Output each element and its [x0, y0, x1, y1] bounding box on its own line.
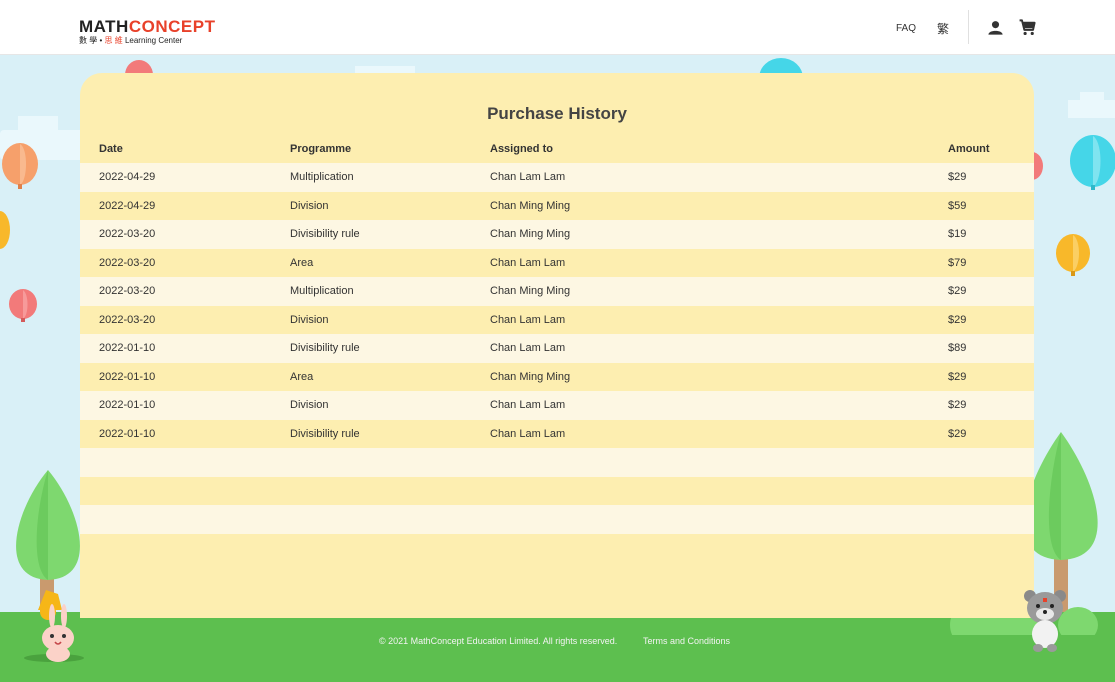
table-row: 2022-01-10 Division Chan Lam Lam $29 — [80, 391, 1034, 420]
cell-date: 2022-03-20 — [99, 313, 156, 326]
logo-sub-english: Learning Center — [124, 36, 183, 45]
balloon-icon — [9, 289, 37, 322]
cell-date: 2022-01-10 — [99, 399, 156, 411]
language-toggle[interactable]: 繁 — [937, 20, 949, 37]
logo-wordmark: MATHCONCEPT — [79, 18, 215, 35]
balloon-icon — [0, 211, 10, 249]
table-row: 2022-03-20 Divisibility rule Chan Ming M… — [80, 220, 1034, 249]
user-icon[interactable] — [987, 19, 1004, 36]
top-header: MATHCONCEPT 數 學 • 思 維 Learning Center FA… — [0, 0, 1115, 55]
cell-date: 2022-01-10 — [99, 427, 156, 440]
bear-character-icon — [1024, 590, 1066, 652]
cloud-decoration — [1080, 92, 1104, 104]
cell-assigned-to: Chan Ming Ming — [490, 228, 571, 240]
page-title: Purchase History — [487, 104, 627, 123]
cell-assigned-to: Chan Ming Ming — [490, 285, 571, 297]
logo-subtitle: 數 學 • 思 維 Learning Center — [79, 36, 215, 45]
cell-assigned-to: Chan Lam Lam — [490, 171, 566, 183]
cell-amount: $29 — [948, 313, 967, 326]
logo-sub-chinese-a: 數 學 • — [79, 36, 103, 45]
table-row: 2022-03-20 Division Chan Lam Lam $29 — [80, 305, 1034, 334]
header-amount: Amount — [948, 143, 990, 155]
cell-assigned-to: Chan Lam Lam — [490, 427, 566, 440]
balloon-icon — [1070, 135, 1115, 190]
copyright-text: © 2021 MathConcept Education Limited. Al… — [379, 636, 618, 646]
purchase-table-body: 2022-04-29 Multiplication Chan Lam Lam $… — [80, 163, 1034, 534]
cell-amount: $29 — [948, 370, 967, 383]
table-row: 2022-03-20 Area Chan Lam Lam $79 — [80, 248, 1034, 277]
cell-programme: Division — [290, 399, 329, 411]
cart-icon[interactable] — [1018, 18, 1037, 37]
table-row: 2022-04-29 Division Chan Ming Ming $59 — [80, 191, 1034, 220]
header-assigned-to: Assigned to — [490, 143, 553, 155]
nav-divider — [968, 10, 969, 44]
faq-link[interactable]: FAQ — [896, 23, 916, 34]
cell-amount: $89 — [948, 342, 967, 354]
cell-amount: $29 — [948, 285, 967, 297]
cell-assigned-to: Chan Ming Ming — [490, 199, 571, 212]
purchase-history-card: Purchase History Date Programme Assigned… — [80, 73, 1034, 618]
cell-amount: $29 — [948, 171, 967, 183]
cell-amount: $29 — [948, 399, 967, 411]
cell-assigned-to: Chan Lam Lam — [490, 399, 566, 411]
cell-date: 2022-01-10 — [99, 342, 156, 354]
table-row: 2022-01-10 Divisibility rule Chan Lam La… — [80, 334, 1034, 363]
cell-assigned-to: Chan Lam Lam — [490, 342, 566, 354]
cell-date: 2022-03-20 — [99, 256, 156, 269]
mathconcept-logo[interactable]: MATHCONCEPT 數 學 • 思 維 Learning Center — [79, 18, 215, 45]
cell-programme: Divisibility rule — [290, 342, 360, 354]
header-programme: Programme — [290, 143, 352, 155]
table-header: Date Programme Assigned to Amount — [80, 143, 1034, 163]
header-date: Date — [99, 143, 123, 155]
cell-programme: Area — [290, 370, 314, 383]
cell-assigned-to: Chan Ming Ming — [490, 370, 571, 383]
cell-programme: Divisibility rule — [290, 228, 360, 240]
balloon-icon — [2, 143, 38, 189]
cell-amount: $79 — [948, 256, 967, 269]
cell-programme: Multiplication — [290, 285, 354, 297]
table-row: 2022-01-10 Divisibility rule Chan Lam La… — [80, 419, 1034, 448]
logo-math: MATH — [79, 17, 129, 36]
table-row: 2022-01-10 Area Chan Ming Ming $29 — [80, 362, 1034, 391]
cell-programme: Divisibility rule — [290, 427, 360, 440]
cell-date: 2022-03-20 — [99, 285, 156, 297]
balloon-icon — [1056, 234, 1090, 276]
cloud-decoration — [18, 116, 58, 136]
cell-amount: $59 — [948, 199, 967, 212]
empty-table-row — [80, 476, 1034, 505]
empty-table-row — [80, 505, 1034, 534]
table-row: 2022-03-20 Multiplication Chan Ming Ming… — [80, 277, 1034, 306]
terms-link[interactable]: Terms and Conditions — [643, 636, 730, 646]
table-row: 2022-04-29 Multiplication Chan Lam Lam $… — [80, 163, 1034, 192]
cell-date: 2022-04-29 — [99, 171, 156, 183]
cell-date: 2022-01-10 — [99, 370, 156, 383]
logo-sub-chinese-b: 思 維 — [104, 36, 123, 45]
bunny-character-icon — [24, 590, 84, 662]
cell-programme: Division — [290, 199, 329, 212]
cell-date: 2022-04-29 — [99, 199, 156, 212]
cell-assigned-to: Chan Lam Lam — [490, 313, 566, 326]
cell-programme: Multiplication — [290, 171, 354, 183]
empty-table-row — [80, 448, 1034, 477]
cell-date: 2022-03-20 — [99, 228, 156, 240]
cell-amount: $29 — [948, 427, 967, 440]
cell-assigned-to: Chan Lam Lam — [490, 256, 566, 269]
cell-programme: Division — [290, 313, 329, 326]
cell-programme: Area — [290, 256, 314, 269]
cell-amount: $19 — [948, 228, 967, 240]
logo-concept: CONCEPT — [128, 17, 216, 36]
